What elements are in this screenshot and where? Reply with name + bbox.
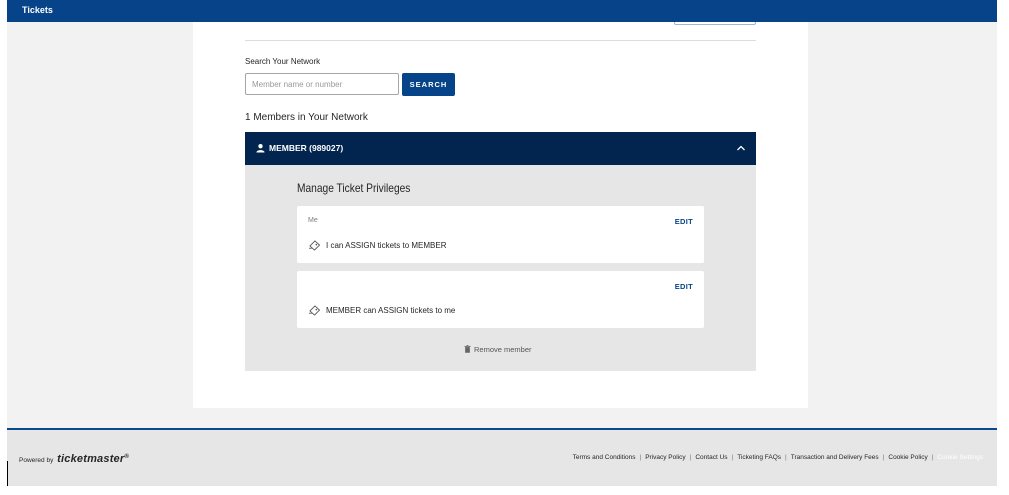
member-panel: Manage Ticket Privileges Me EDIT I can A… xyxy=(245,165,756,371)
partial-button[interactable] xyxy=(674,22,756,25)
footer: Powered by ticketmaster® Terms and Condi… xyxy=(7,430,997,486)
footer-link-cookie-settings[interactable]: Cookie Settings xyxy=(937,454,983,461)
chevron-up-icon[interactable] xyxy=(736,144,746,152)
trash-icon xyxy=(464,345,471,353)
remove-member-button[interactable]: Remove member xyxy=(464,345,532,354)
footer-link-faqs[interactable]: Ticketing FAQs xyxy=(737,454,781,461)
network-count: 1 Members in Your Network xyxy=(245,112,368,123)
divider xyxy=(245,40,756,41)
member-name: MEMBER (989027) xyxy=(269,143,344,153)
edit-privilege-link[interactable]: EDIT xyxy=(675,217,693,226)
ticket-icon xyxy=(309,305,320,316)
footer-link-fees[interactable]: Transaction and Delivery Fees xyxy=(791,454,879,461)
text-cursor xyxy=(7,461,8,486)
edit-privilege-link[interactable]: EDIT xyxy=(675,282,693,291)
panel-title: Manage Ticket Privileges xyxy=(297,181,411,195)
person-icon xyxy=(256,144,265,153)
privilege-owner-label: Me xyxy=(308,217,318,224)
privilege-card: EDIT MEMBER can ASSIGN tickets to me xyxy=(297,271,704,328)
ticketmaster-logo[interactable]: ticketmaster® xyxy=(57,453,129,465)
member-accordion-header[interactable]: MEMBER (989027) xyxy=(245,132,756,165)
ticket-icon xyxy=(309,240,320,251)
privilege-card: Me EDIT I can ASSIGN tickets to MEMBER xyxy=(297,206,704,263)
footer-links: Terms and Conditions | Privacy Policy | Cont… xyxy=(572,454,983,461)
footer-link-contact[interactable]: Contact Us xyxy=(695,454,727,461)
search-button[interactable]: SEARCH xyxy=(402,73,455,96)
top-bar: Tickets xyxy=(7,0,997,22)
powered-by: Powered by ticketmaster® xyxy=(19,453,129,465)
footer-link-terms[interactable]: Terms and Conditions xyxy=(573,454,636,461)
powered-by-label: Powered by xyxy=(19,457,54,464)
privilege-text: I can ASSIGN tickets to MEMBER xyxy=(326,241,447,250)
footer-link-cookie-policy[interactable]: Cookie Policy xyxy=(888,454,927,461)
search-label: Search Your Network xyxy=(245,57,321,66)
network-card: Search Your Network SEARCH 1 Members in … xyxy=(193,22,808,408)
remove-member-label: Remove member xyxy=(474,345,532,354)
brand-name: ticketmaster xyxy=(57,453,125,465)
privilege-text: MEMBER can ASSIGN tickets to me xyxy=(326,306,456,315)
page-title: Tickets xyxy=(22,5,53,15)
brand-mark: ® xyxy=(124,454,129,460)
search-input[interactable] xyxy=(245,73,399,95)
footer-link-privacy[interactable]: Privacy Policy xyxy=(645,454,685,461)
